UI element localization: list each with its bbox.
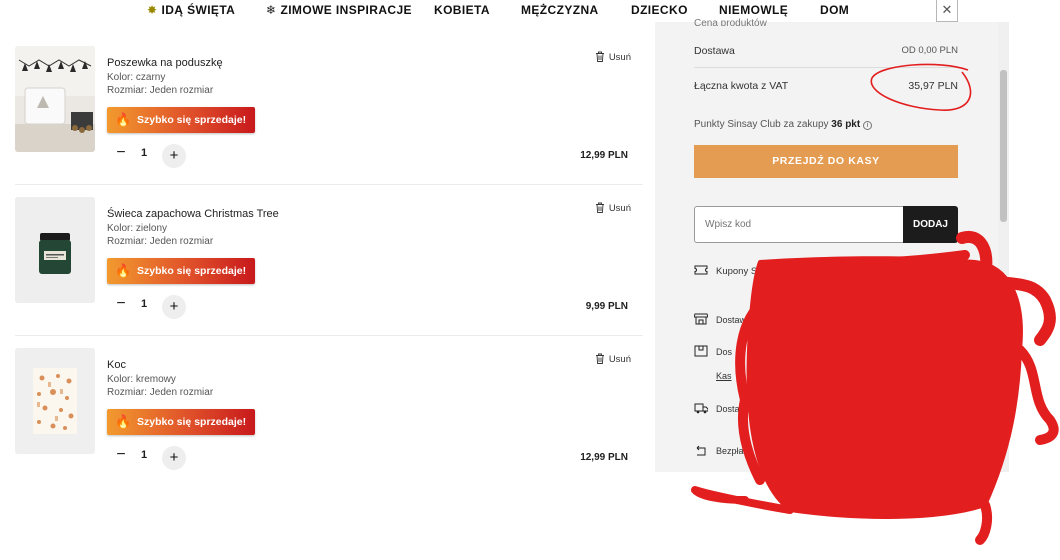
selling-fast-badge: 🔥 Szybko się sprzedaje! <box>107 409 255 435</box>
trash-icon <box>595 353 605 364</box>
quantity-increase-button[interactable]: + <box>162 144 186 168</box>
summary-divider <box>694 67 958 68</box>
checkout-button[interactable]: PRZEJDŹ DO KASY <box>694 145 958 178</box>
truck-icon <box>694 402 708 414</box>
package-icon <box>694 345 708 357</box>
apply-code-button[interactable]: DODAJ <box>903 206 958 243</box>
quantity-value: 1 <box>141 449 148 461</box>
fire-icon: 🔥 <box>115 263 132 278</box>
delivery-label: Dostawa <box>694 45 735 57</box>
cart-page: ✸ IDĄ ŚWIĘTA ❄ ZIMOWE INSPIRACJE KOBIETA M… <box>0 0 1060 560</box>
item-price: 12,99 PLN <box>580 150 628 161</box>
return-icon <box>694 444 708 456</box>
scrollbar-thumb[interactable] <box>1000 70 1007 222</box>
club-points-value: 36 pkt <box>831 119 861 130</box>
total-value: 35,97 PLN <box>908 80 958 92</box>
remove-item-button[interactable]: Usuń <box>595 353 631 365</box>
summary-clipped-row: Cena produktów <box>694 18 767 26</box>
club-points-info: Punkty Sinsay Club za zakupy 36 pkt i <box>694 119 873 130</box>
remove-item-button[interactable]: Usuń <box>595 51 631 63</box>
snowflake-icon: ❄ <box>266 3 277 17</box>
product-image-pillowcase[interactable] <box>15 46 95 152</box>
coupons-row[interactable]: Kupony Sinsay <box>694 264 779 277</box>
nav-item-mezczyzna[interactable]: MĘŻCZYZNA <box>521 3 599 17</box>
product-color: Kolor: czarny <box>107 72 166 83</box>
trash-icon <box>595 51 605 62</box>
quantity-increase-button[interactable]: + <box>162 295 186 319</box>
quantity-decrease-button[interactable]: − <box>111 144 131 164</box>
discount-code-input[interactable] <box>694 206 903 243</box>
nav-item-zimowe-inspiracje[interactable]: ❄ ZIMOWE INSPIRACJE <box>266 3 412 17</box>
ticket-icon <box>694 264 708 276</box>
quantity-value: 1 <box>141 147 148 159</box>
star-icon: ✸ <box>147 3 158 17</box>
product-name[interactable]: Świeca zapachowa Christmas Tree <box>107 208 279 220</box>
cart-item: Koc Kolor: kremowy Rozmiar: Jeden rozmia… <box>15 348 643 498</box>
selling-fast-badge: 🔥 Szybko się sprzedaje! <box>107 258 255 284</box>
store-icon <box>694 313 708 325</box>
info-icon[interactable]: i <box>863 121 873 130</box>
product-color: Kolor: zielony <box>107 223 168 234</box>
quantity-value: 1 <box>141 298 148 310</box>
quantity-decrease-button[interactable]: − <box>111 446 131 466</box>
product-name[interactable]: Koc <box>107 359 126 371</box>
fire-icon: 🔥 <box>115 112 132 127</box>
product-name[interactable]: Poszewka na poduszkę <box>107 57 223 69</box>
total-label: Łączna kwota z VAT <box>694 80 789 92</box>
quantity-decrease-button[interactable]: − <box>111 295 131 315</box>
trash-icon <box>595 202 605 213</box>
nav-item-niemowle[interactable]: NIEMOWLĘ <box>719 3 788 17</box>
quantity-increase-button[interactable]: + <box>162 446 186 470</box>
product-image-candle[interactable] <box>15 197 95 303</box>
nav-item-dom[interactable]: DOM <box>820 3 849 17</box>
cart-item: Poszewka na poduszkę Kolor: czarny Rozmi… <box>15 46 643 196</box>
item-price: 12,99 PLN <box>580 452 628 463</box>
nav-item-ida-swieta[interactable]: ✸ IDĄ ŚWIĘTA <box>147 3 235 17</box>
nav-item-dziecko[interactable]: DZIECKO <box>631 3 688 17</box>
product-size: Rozmiar: Jeden rozmiar <box>107 85 214 96</box>
item-price: 9,99 PLN <box>585 301 628 312</box>
order-summary: Cena produktów Dostawa OD 0,00 PLN Łączn… <box>655 18 1000 472</box>
product-size: Rozmiar: Jeden rozmiar <box>107 236 214 247</box>
delivery-value: OD 0,00 PLN <box>901 45 959 56</box>
item-divider <box>15 335 643 336</box>
cart-item: Świeca zapachowa Christmas Tree Kolor: z… <box>15 197 643 347</box>
selling-fast-badge: 🔥 Szybko się sprzedaje! <box>107 107 255 133</box>
benefit-free-return: Bezpła <box>694 444 744 456</box>
product-size: Rozmiar: Jeden rozmiar <box>107 387 214 398</box>
benefit-delivery: Dostawa <box>694 313 751 325</box>
fire-icon: 🔥 <box>115 414 132 429</box>
remove-item-button[interactable]: Usuń <box>595 202 631 214</box>
benefit-link[interactable]: Kas <box>716 371 732 381</box>
product-color: Kolor: kremowy <box>107 374 176 385</box>
benefit-pickup: Dos <box>694 345 732 357</box>
item-divider <box>15 184 643 185</box>
scrollbar[interactable] <box>998 22 1009 472</box>
benefit-free-delivery: Dostawa produktó <box>694 402 789 415</box>
product-image-blanket[interactable] <box>15 348 95 454</box>
nav-item-kobieta[interactable]: KOBIETA <box>434 3 490 17</box>
